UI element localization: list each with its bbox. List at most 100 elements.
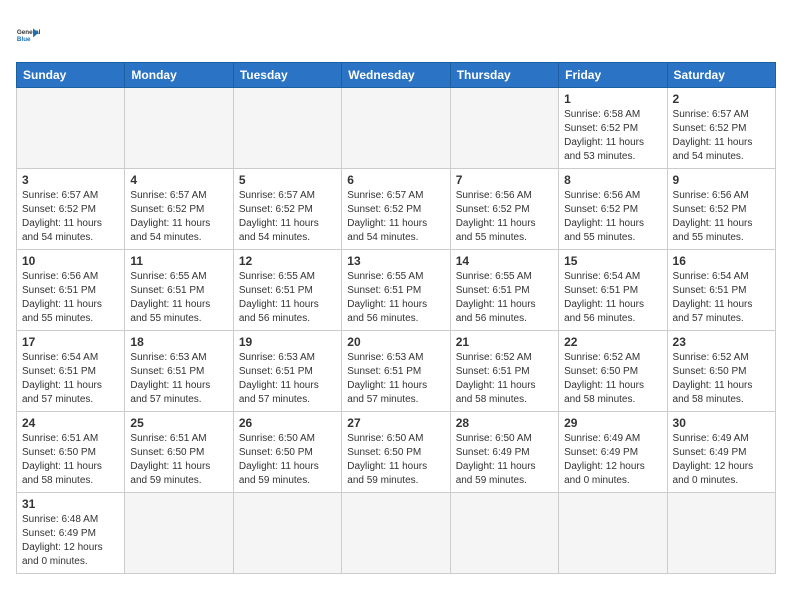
day-info: Sunrise: 6:51 AMSunset: 6:50 PMDaylight:…	[22, 432, 119, 488]
day-number: 23	[673, 335, 770, 349]
day-info: Sunrise: 6:56 AMSunset: 6:52 PMDaylight:…	[673, 189, 770, 245]
svg-text:Blue: Blue	[17, 36, 31, 43]
day-number: 28	[456, 416, 553, 430]
day-info: Sunrise: 6:55 AMSunset: 6:51 PMDaylight:…	[456, 270, 553, 326]
calendar-cell	[125, 493, 233, 574]
day-number: 12	[239, 254, 336, 268]
day-info: Sunrise: 6:54 AMSunset: 6:51 PMDaylight:…	[564, 270, 661, 326]
logo: General Blue	[16, 16, 52, 52]
day-number: 6	[347, 173, 444, 187]
calendar-cell: 27 Sunrise: 6:50 AMSunset: 6:50 PMDayligh…	[342, 412, 450, 493]
day-number: 21	[456, 335, 553, 349]
day-info: Sunrise: 6:52 AMSunset: 6:50 PMDaylight:…	[673, 351, 770, 407]
dow-header: Wednesday	[342, 63, 450, 88]
day-number: 9	[673, 173, 770, 187]
day-info: Sunrise: 6:54 AMSunset: 6:51 PMDaylight:…	[22, 351, 119, 407]
dow-header: Sunday	[17, 63, 125, 88]
calendar-cell: 26Sunrise: 6:50 AMSunset: 6:50 PMDayligh…	[233, 412, 341, 493]
calendar-cell: 2Sunrise: 6:57 AMSunset: 6:52 PMDaylight…	[667, 88, 775, 169]
calendar-cell	[125, 88, 233, 169]
calendar-cell: 10Sunrise: 6:56 AMSunset: 6:51 PMDayligh…	[17, 250, 125, 331]
calendar-cell	[342, 493, 450, 574]
calendar-cell: 19 Sunrise: 6:53 AMSunset: 6:51 PMDayligh…	[233, 331, 341, 412]
calendar-cell	[233, 88, 341, 169]
day-number: 15	[564, 254, 661, 268]
day-info: Sunrise: 6:57 AMSunset: 6:52 PMDaylight:…	[130, 189, 227, 245]
calendar-cell: 20 Sunrise: 6:53 AMSunset: 6:51 PMDayligh…	[342, 331, 450, 412]
day-number: 26	[239, 416, 336, 430]
calendar-cell	[342, 88, 450, 169]
calendar-cell: 18Sunrise: 6:53 AMSunset: 6:51 PMDayligh…	[125, 331, 233, 412]
dow-header: Friday	[559, 63, 667, 88]
day-number: 24	[22, 416, 119, 430]
calendar: SundayMondayTuesdayWednesdayThursdayFrid…	[16, 62, 776, 574]
calendar-cell: 29 Sunrise: 6:49 AMSunset: 6:49 PMDayligh…	[559, 412, 667, 493]
day-info: Sunrise: 6:57 AMSunset: 6:52 PMDaylight:…	[22, 189, 119, 245]
day-number: 20	[347, 335, 444, 349]
dow-header: Monday	[125, 63, 233, 88]
day-number: 22	[564, 335, 661, 349]
calendar-cell: 16Sunrise: 6:54 AMSunset: 6:51 PMDayligh…	[667, 250, 775, 331]
day-info: Sunrise: 6:53 AMSunset: 6:51 PMDaylight:…	[239, 351, 336, 407]
day-number: 1	[564, 92, 661, 106]
day-number: 5	[239, 173, 336, 187]
day-number: 25	[130, 416, 227, 430]
calendar-cell: 31Sunrise: 6:48 AMSunset: 6:49 PMDayligh…	[17, 493, 125, 574]
day-number: 13	[347, 254, 444, 268]
day-number: 16	[673, 254, 770, 268]
calendar-cell: 12 Sunrise: 6:55 AMSunset: 6:51 PMDayligh…	[233, 250, 341, 331]
calendar-cell: 23 Sunrise: 6:52 AMSunset: 6:50 PMDayligh…	[667, 331, 775, 412]
calendar-cell: 11 Sunrise: 6:55 AMSunset: 6:51 PMDayligh…	[125, 250, 233, 331]
day-info: Sunrise: 6:52 AMSunset: 6:51 PMDaylight:…	[456, 351, 553, 407]
calendar-cell	[667, 493, 775, 574]
day-number: 14	[456, 254, 553, 268]
day-info: Sunrise: 6:53 AMSunset: 6:51 PMDaylight:…	[130, 351, 227, 407]
day-number: 11	[130, 254, 227, 268]
day-number: 17	[22, 335, 119, 349]
calendar-cell: 22 Sunrise: 6:52 AMSunset: 6:50 PMDayligh…	[559, 331, 667, 412]
day-info: Sunrise: 6:49 AMSunset: 6:49 PMDaylight:…	[564, 432, 661, 488]
day-info: Sunrise: 6:49 AMSunset: 6:49 PMDaylight:…	[673, 432, 770, 488]
calendar-cell: 3Sunrise: 6:57 AMSunset: 6:52 PMDaylight…	[17, 169, 125, 250]
day-number: 30	[673, 416, 770, 430]
day-info: Sunrise: 6:55 AMSunset: 6:51 PMDaylight:…	[130, 270, 227, 326]
calendar-cell: 1 Sunrise: 6:58 AMSunset: 6:52 PMDaylight…	[559, 88, 667, 169]
calendar-cell: 25Sunrise: 6:51 AMSunset: 6:50 PMDayligh…	[125, 412, 233, 493]
calendar-cell: 30 Sunrise: 6:49 AMSunset: 6:49 PMDayligh…	[667, 412, 775, 493]
day-number: 31	[22, 497, 119, 511]
day-info: Sunrise: 6:55 AMSunset: 6:51 PMDaylight:…	[347, 270, 444, 326]
day-info: Sunrise: 6:52 AMSunset: 6:50 PMDaylight:…	[564, 351, 661, 407]
calendar-cell: 28 Sunrise: 6:50 AMSunset: 6:49 PMDayligh…	[450, 412, 558, 493]
calendar-week-row: 17 Sunrise: 6:54 AMSunset: 6:51 PMDayligh…	[17, 331, 776, 412]
day-info: Sunrise: 6:57 AMSunset: 6:52 PMDaylight:…	[347, 189, 444, 245]
logo-icon: General Blue	[16, 16, 52, 52]
day-info: Sunrise: 6:56 AMSunset: 6:51 PMDaylight:…	[22, 270, 119, 326]
day-number: 19	[239, 335, 336, 349]
day-info: Sunrise: 6:55 AMSunset: 6:51 PMDaylight:…	[239, 270, 336, 326]
day-number: 4	[130, 173, 227, 187]
calendar-cell: 7Sunrise: 6:56 AMSunset: 6:52 PMDaylight…	[450, 169, 558, 250]
calendar-week-row: 10Sunrise: 6:56 AMSunset: 6:51 PMDayligh…	[17, 250, 776, 331]
calendar-week-row: 1 Sunrise: 6:58 AMSunset: 6:52 PMDaylight…	[17, 88, 776, 169]
calendar-cell: 8Sunrise: 6:56 AMSunset: 6:52 PMDaylight…	[559, 169, 667, 250]
day-number: 27	[347, 416, 444, 430]
calendar-cell	[559, 493, 667, 574]
calendar-cell: 21 Sunrise: 6:52 AMSunset: 6:51 PMDayligh…	[450, 331, 558, 412]
day-number: 29	[564, 416, 661, 430]
dow-header: Tuesday	[233, 63, 341, 88]
calendar-cell: 5Sunrise: 6:57 AMSunset: 6:52 PMDaylight…	[233, 169, 341, 250]
day-info: Sunrise: 6:50 AMSunset: 6:50 PMDaylight:…	[347, 432, 444, 488]
calendar-cell	[450, 88, 558, 169]
day-info: Sunrise: 6:50 AMSunset: 6:49 PMDaylight:…	[456, 432, 553, 488]
calendar-cell	[17, 88, 125, 169]
day-info: Sunrise: 6:53 AMSunset: 6:51 PMDaylight:…	[347, 351, 444, 407]
day-number: 2	[673, 92, 770, 106]
calendar-week-row: 3Sunrise: 6:57 AMSunset: 6:52 PMDaylight…	[17, 169, 776, 250]
dow-header: Thursday	[450, 63, 558, 88]
header: General Blue	[16, 16, 776, 52]
calendar-week-row: 31Sunrise: 6:48 AMSunset: 6:49 PMDayligh…	[17, 493, 776, 574]
calendar-cell: 9 Sunrise: 6:56 AMSunset: 6:52 PMDaylight…	[667, 169, 775, 250]
day-info: Sunrise: 6:58 AMSunset: 6:52 PMDaylight:…	[564, 108, 661, 164]
calendar-cell: 6 Sunrise: 6:57 AMSunset: 6:52 PMDaylight…	[342, 169, 450, 250]
calendar-cell	[450, 493, 558, 574]
